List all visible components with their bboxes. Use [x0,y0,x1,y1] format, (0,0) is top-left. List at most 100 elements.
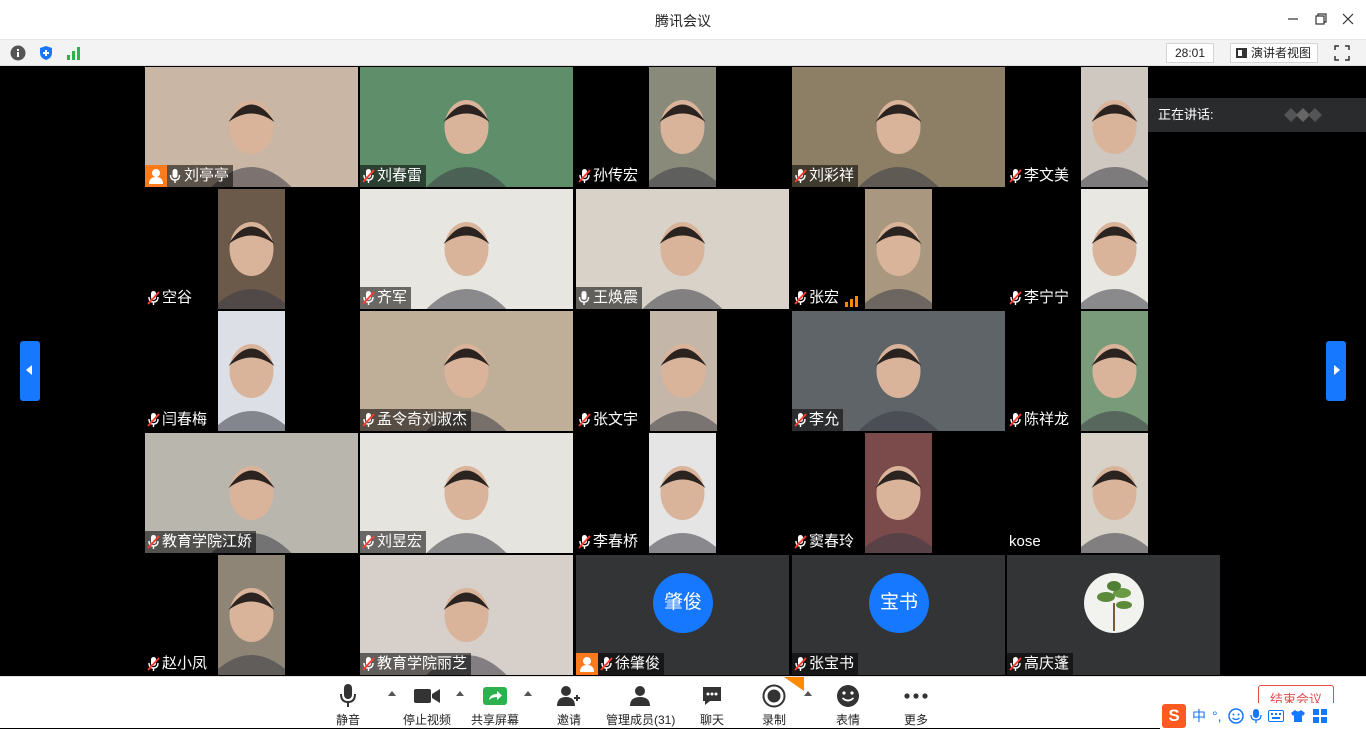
participant-name-bar: 徐肇俊 [576,653,665,675]
participant-name: 赵小凤 [162,655,208,672]
app-title: 腾讯会议 [655,13,711,29]
participant-tile[interactable]: 李允 [792,311,1005,431]
participant-tile[interactable]: 刘春雷 [360,67,573,187]
participant-tile[interactable]: 肇俊 徐肇俊 [576,555,789,675]
microphone-muted-icon [578,167,592,185]
participant-name: 李春桥 [593,533,639,550]
participant-tile[interactable]: 空谷 [145,189,358,309]
manage-members-button[interactable]: 管理成员(31) [606,683,675,727]
participant-name-bar: 王焕震 [576,287,643,309]
microphone-muted-icon [147,289,161,307]
participant-video [643,311,724,431]
participant-tile[interactable]: 张文宇 [576,311,789,431]
sogou-logo-icon[interactable]: S [1162,704,1186,728]
emoji-icon[interactable] [1227,708,1244,724]
video-options-caret[interactable] [456,691,464,696]
share-options-caret[interactable] [524,691,532,696]
participant-tile[interactable]: 刘昱宏 [360,433,573,553]
participant-tile[interactable]: 李宁宁 [1007,189,1220,309]
participant-video [858,433,939,553]
participant-tile[interactable]: 教育学院江娇 [145,433,358,553]
participant-tile[interactable]: kose [1007,433,1220,553]
minimize-icon[interactable] [1281,8,1305,32]
info-icon[interactable] [10,45,26,61]
share-screen-button[interactable]: 共享屏幕 [471,683,519,727]
more-button[interactable]: 更多 [901,683,931,727]
reaction-button[interactable]: 表情 [833,683,863,727]
new-badge-icon [784,677,804,691]
toolbox-grid-icon[interactable] [1312,708,1328,724]
participant-name: kose [1009,533,1041,550]
participant-tile[interactable]: 宝书张宝书 [792,555,1005,675]
ime-mode[interactable]: 中 [1192,706,1206,726]
stop-video-button[interactable]: 停止视频 [403,683,451,727]
participant-name: 李文美 [1024,167,1070,184]
punctuation-icon[interactable]: °, [1212,708,1222,724]
participant-tile[interactable]: 孟令奇刘淑杰 [360,311,573,431]
participant-name-bar: 赵小凤 [145,653,212,675]
invite-label: 邀请 [556,713,581,727]
keyboard-icon[interactable] [1267,710,1284,722]
meeting-info-bar: 28:01 演讲者视图 [0,40,1366,66]
arrow-left-icon [26,365,32,375]
participant-tile[interactable]: 赵小凤 [145,555,358,675]
microphone-muted-icon [362,533,376,551]
participant-name: 刘彩祥 [809,167,855,184]
previous-page-button[interactable] [20,341,40,401]
participant-tile[interactable]: 刘亭亭 [145,67,358,187]
microphone-muted-icon [1009,167,1023,185]
fullscreen-icon[interactable] [1333,44,1351,62]
chat-button[interactable]: 聊天 [697,683,727,727]
participant-name: 张文宇 [593,411,639,428]
participant-tile[interactable]: 陈祥龙 [1007,311,1220,431]
close-icon[interactable] [1336,8,1360,32]
participant-name: 刘春雷 [377,167,423,184]
speaking-label: 正在讲话: [1158,107,1214,122]
invite-button[interactable]: 邀请 [553,683,585,727]
meeting-timer: 28:01 [1166,43,1214,63]
participant-video [858,189,939,309]
participant-tile[interactable]: 闫春梅 [145,311,358,431]
participant-tile[interactable]: 齐军 [360,189,573,309]
host-person-icon [145,165,167,187]
participant-video [1074,311,1155,431]
participant-tile[interactable]: 王焕震 [576,189,789,309]
participant-tile[interactable]: 李春桥 [576,433,789,553]
add-person-icon [553,683,585,709]
mute-options-caret[interactable] [388,691,396,696]
participant-tile[interactable]: 张宏 [792,189,1005,309]
participant-tile[interactable]: 高庆蓬 [1007,555,1220,675]
security-shield-icon[interactable] [38,45,54,61]
participant-name-bar: 陈祥龙 [1007,409,1074,431]
next-page-button[interactable] [1326,341,1346,401]
presenter-view-button[interactable]: 演讲者视图 [1230,43,1318,63]
participant-name-bar: 教育学院江娇 [145,531,257,553]
record-options-caret[interactable] [804,691,812,696]
presenter-view-icon [1236,48,1247,58]
participant-name-bar: 齐军 [360,287,412,309]
skin-shirt-icon[interactable] [1290,709,1306,723]
participant-name: 王焕震 [593,289,639,306]
participant-video [1074,189,1155,309]
network-signal-icon[interactable] [66,45,82,61]
participant-tile[interactable]: 孙传宏 [576,67,789,187]
participant-tile[interactable]: 窦春玲 [792,433,1005,553]
record-label: 录制 [761,713,786,727]
arrow-right-icon [1334,365,1340,375]
microphone-muted-icon [147,655,161,673]
participant-name: 张宏 [809,289,840,306]
participant-name: 刘亭亭 [184,167,230,184]
participant-avatar: 宝书 [869,573,929,633]
participant-name-bar: kose [1007,531,1045,553]
participant-tile[interactable]: 刘彩祥 [792,67,1005,187]
participant-name-bar: 刘彩祥 [792,165,859,187]
microphone-muted-icon [362,289,376,307]
mute-label: 静音 [335,713,360,727]
voice-input-icon[interactable] [1249,708,1262,724]
mute-button[interactable]: 静音 [332,683,364,727]
participant-name: 张宝书 [809,655,855,672]
participant-tile[interactable]: 教育学院丽芝 [360,555,573,675]
participant-video [211,555,292,675]
restore-icon[interactable] [1309,8,1333,32]
microphone-muted-icon [794,167,808,185]
